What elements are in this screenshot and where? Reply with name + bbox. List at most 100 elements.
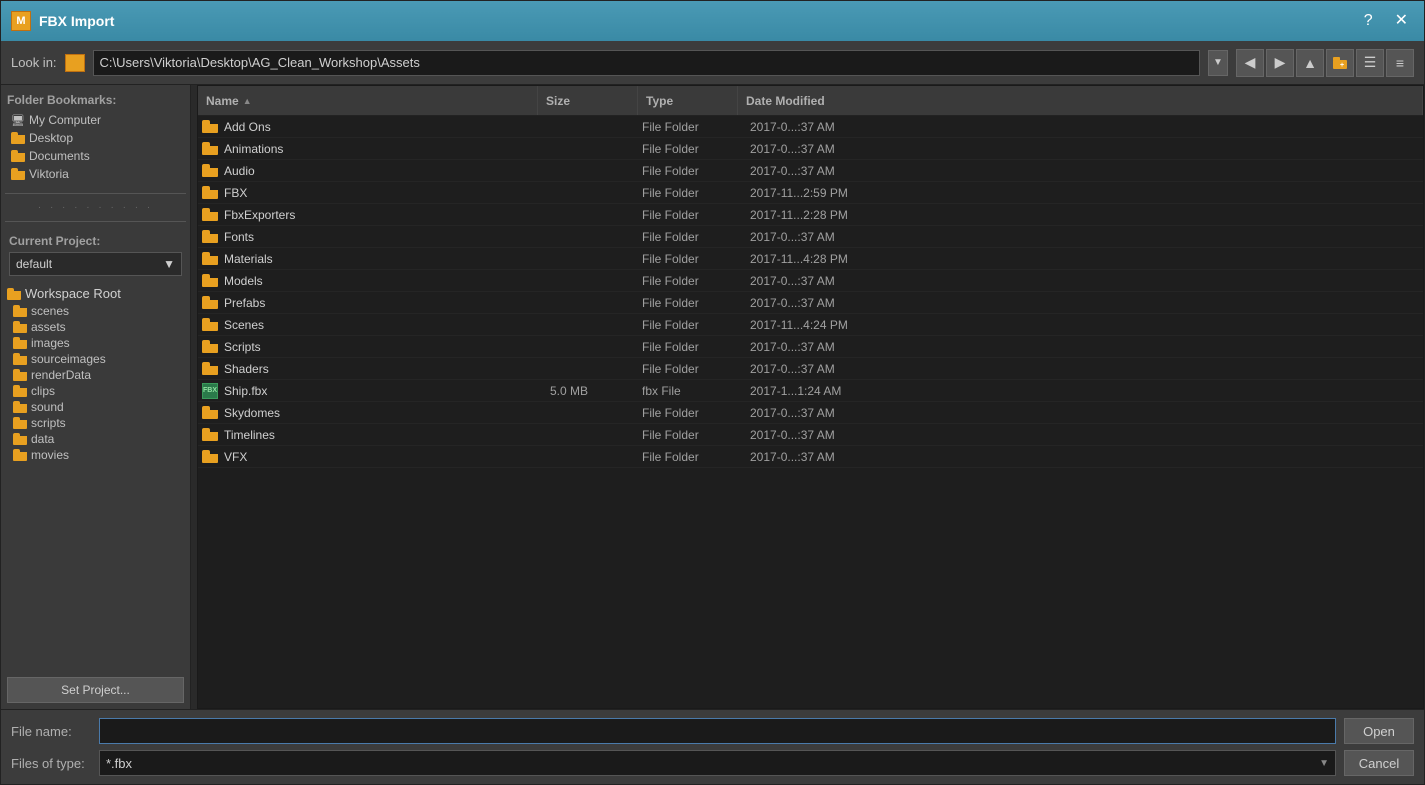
folder-icon [202, 318, 218, 331]
workspace-label-renderdata: renderData [31, 368, 91, 382]
sidebar-item-viktoria[interactable]: Viktoria [7, 165, 184, 183]
sidebar-label-documents: Documents [29, 149, 90, 163]
cancel-button[interactable]: Cancel [1344, 750, 1414, 776]
column-header-date[interactable]: Date Modified [738, 86, 1423, 115]
folder-bookmarks-title: Folder Bookmarks: [7, 93, 184, 107]
workspace-item-sound[interactable]: sound [1, 399, 190, 415]
new-folder-button[interactable]: + [1326, 49, 1354, 77]
file-name-text: FBX [224, 186, 247, 200]
table-row[interactable]: Timelines File Folder 2017-0...:37 AM [198, 424, 1423, 446]
help-button[interactable]: ? [1358, 11, 1379, 31]
workspace-item-scripts[interactable]: scripts [1, 415, 190, 431]
files-of-type-select[interactable]: *.fbx ▼ [99, 750, 1336, 776]
file-name-cell: Audio [202, 164, 542, 178]
table-row[interactable]: Animations File Folder 2017-0...:37 AM [198, 138, 1423, 160]
table-row[interactable]: Audio File Folder 2017-0...:37 AM [198, 160, 1423, 182]
dialog-title: FBX Import [39, 13, 114, 29]
workspace-item-images[interactable]: images [1, 335, 190, 351]
table-row[interactable]: Shaders File Folder 2017-0...:37 AM [198, 358, 1423, 380]
file-name-text: Audio [224, 164, 255, 178]
column-name-label: Name [206, 94, 239, 108]
file-date-cell: 2017-0...:37 AM [742, 164, 1419, 178]
column-header-name[interactable]: Name ▲ [198, 86, 538, 115]
table-row[interactable]: FBX Ship.fbx 5.0 MB fbx File 2017-1...1:… [198, 380, 1423, 402]
table-row[interactable]: Add Ons File Folder 2017-0...:37 AM [198, 116, 1423, 138]
up-button[interactable]: ▲ [1296, 49, 1324, 77]
workspace-item-movies[interactable]: movies [1, 447, 190, 463]
workspace-label-scenes: scenes [31, 304, 69, 318]
table-row[interactable]: FBX File Folder 2017-11...2:59 PM [198, 182, 1423, 204]
sidebar-divider-1 [5, 193, 186, 194]
column-header-size[interactable]: Size [538, 86, 638, 115]
file-panel: Name ▲ Size Type Date Modified [197, 85, 1424, 709]
look-in-dropdown[interactable]: ▼ [1208, 50, 1228, 76]
files-of-type-label: Files of type: [11, 756, 91, 771]
forward-button[interactable]: ▶ [1266, 49, 1294, 77]
file-type-cell: File Folder [642, 142, 742, 156]
workspace-label-assets: assets [31, 320, 66, 334]
table-row[interactable]: Scenes File Folder 2017-11...4:24 PM [198, 314, 1423, 336]
table-row[interactable]: Models File Folder 2017-0...:37 AM [198, 270, 1423, 292]
file-name-text: Materials [224, 252, 273, 266]
close-button[interactable]: ✕ [1389, 11, 1414, 31]
workspace-item-assets[interactable]: assets [1, 319, 190, 335]
column-header-type[interactable]: Type [638, 86, 738, 115]
file-name-cell: Skydomes [202, 406, 542, 420]
file-date-cell: 2017-0...:37 AM [742, 120, 1419, 134]
file-size-cell: 5.0 MB [542, 384, 642, 398]
table-row[interactable]: VFX File Folder 2017-0...:37 AM [198, 446, 1423, 468]
table-row[interactable]: FbxExporters File Folder 2017-11...2:28 … [198, 204, 1423, 226]
file-date-cell: 2017-0...:37 AM [742, 296, 1419, 310]
file-type-cell: File Folder [642, 406, 742, 420]
title-bar-left: M FBX Import [11, 11, 114, 31]
sidebar-label-viktoria: Viktoria [29, 167, 69, 181]
file-date-cell: 2017-0...:37 AM [742, 274, 1419, 288]
set-project-button[interactable]: Set Project... [7, 677, 184, 703]
folder-icon-images [13, 337, 27, 349]
table-row[interactable]: Skydomes File Folder 2017-0...:37 AM [198, 402, 1423, 424]
workspace-root-header[interactable]: Workspace Root [1, 282, 190, 303]
workspace-item-clips[interactable]: clips [1, 383, 190, 399]
file-name-input[interactable] [99, 718, 1336, 744]
file-type-cell: File Folder [642, 340, 742, 354]
file-name-cell: Prefabs [202, 296, 542, 310]
file-name-text: Fonts [224, 230, 254, 244]
workspace-item-data[interactable]: data [1, 431, 190, 447]
fbx-file-icon: FBX [202, 383, 218, 399]
folder-icon [202, 142, 218, 155]
folder-icon [202, 340, 218, 353]
back-button[interactable]: ◀ [1236, 49, 1264, 77]
table-row[interactable]: Prefabs File Folder 2017-0...:37 AM [198, 292, 1423, 314]
svg-text:+: + [1340, 62, 1344, 69]
workspace-item-renderdata[interactable]: renderData [1, 367, 190, 383]
table-row[interactable]: Scripts File Folder 2017-0...:37 AM [198, 336, 1423, 358]
current-project-label: Current Project: [9, 234, 182, 248]
sidebar-item-my-computer[interactable]: 🖥 My Computer [7, 111, 184, 129]
file-name-text: Scenes [224, 318, 264, 332]
file-date-cell: 2017-0...:37 AM [742, 362, 1419, 376]
column-size-label: Size [546, 94, 570, 108]
file-name-text: Prefabs [224, 296, 265, 310]
sidebar-item-desktop[interactable]: Desktop [7, 129, 184, 147]
file-name-cell: VFX [202, 450, 542, 464]
folder-icon-documents [11, 150, 25, 162]
file-name-text: Scripts [224, 340, 261, 354]
file-date-cell: 2017-0...:37 AM [742, 230, 1419, 244]
file-date-cell: 2017-0...:37 AM [742, 142, 1419, 156]
file-name-label: File name: [11, 724, 91, 739]
file-type-cell: File Folder [642, 450, 742, 464]
file-type-cell: File Folder [642, 362, 742, 376]
sidebar-item-documents[interactable]: Documents [7, 147, 184, 165]
look-in-path-input[interactable]: C:\Users\Viktoria\Desktop\AG_Clean_Works… [93, 50, 1200, 76]
table-row[interactable]: Fonts File Folder 2017-0...:37 AM [198, 226, 1423, 248]
workspace-item-sourceimages[interactable]: sourceimages [1, 351, 190, 367]
workspace-item-scenes[interactable]: scenes [1, 303, 190, 319]
detail-view-button[interactable]: ≡ [1386, 49, 1414, 77]
table-row[interactable]: Materials File Folder 2017-11...4:28 PM [198, 248, 1423, 270]
open-button[interactable]: Open [1344, 718, 1414, 744]
sidebar-divider-2 [5, 221, 186, 222]
folder-icon [202, 406, 218, 419]
file-list-header: Name ▲ Size Type Date Modified [198, 86, 1423, 116]
current-project-dropdown[interactable]: default ▼ [9, 252, 182, 276]
list-view-button[interactable]: ☰ [1356, 49, 1384, 77]
